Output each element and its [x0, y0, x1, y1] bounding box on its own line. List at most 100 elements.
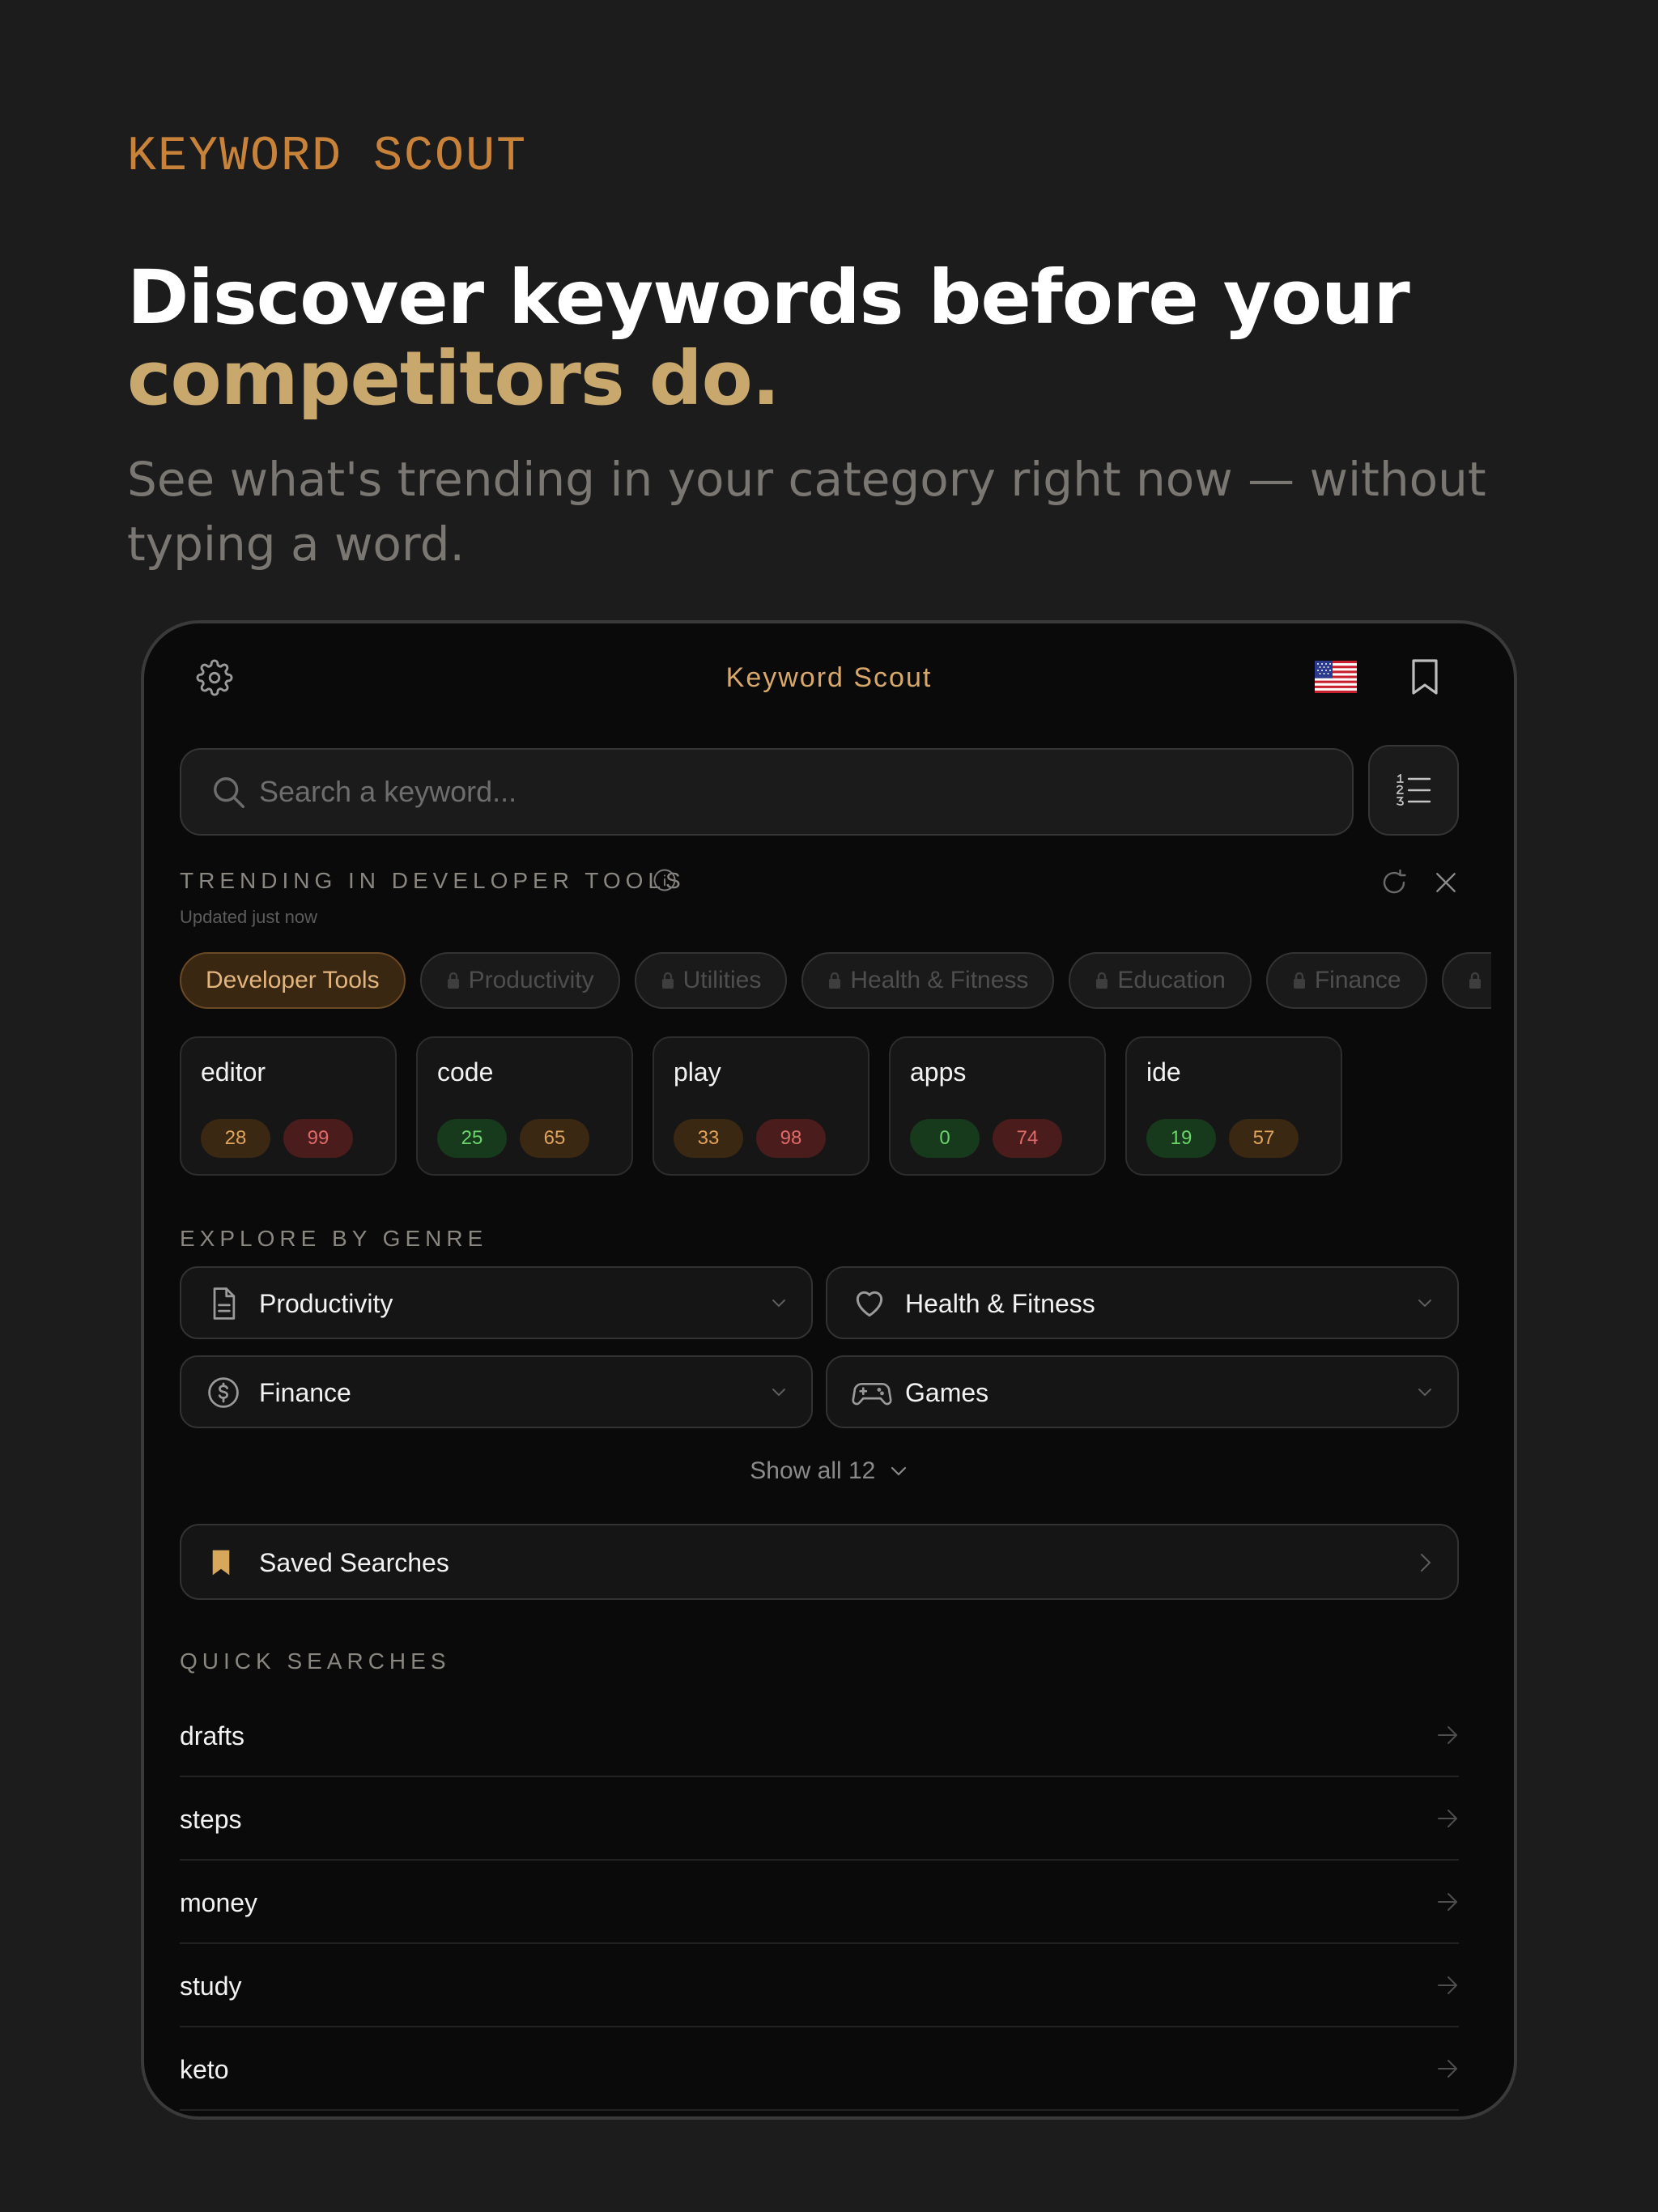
- chevron-down-icon: [1418, 1300, 1431, 1308]
- us-flag-icon[interactable]: [1315, 661, 1357, 693]
- app-screen: Keyword Scout Search a keyword... TRENDI…: [144, 623, 1514, 2116]
- quick-search-term: steps: [180, 1805, 242, 1834]
- chevron-down-icon: [1418, 1389, 1431, 1397]
- explore-section-label: EXPLORE BY GENRE: [180, 1226, 488, 1251]
- lock-icon: [447, 972, 459, 989]
- keyword-card[interactable]: apps 0 74: [889, 1036, 1106, 1176]
- difficulty-badge: 98: [756, 1119, 826, 1158]
- category-chip[interactable]: Finance: [1265, 952, 1427, 1009]
- genre-label: Finance: [259, 1378, 351, 1407]
- chevron-down-icon: [772, 1300, 785, 1308]
- numbered-list-icon: [1397, 774, 1431, 806]
- arrow-right-icon: [1438, 1810, 1457, 1827]
- quick-search-item[interactable]: keto: [180, 2027, 1459, 2111]
- keyword-card[interactable]: editor 28 99: [180, 1036, 397, 1176]
- card-keyword: code: [437, 1057, 494, 1087]
- chip-label: Food: [1490, 967, 1491, 994]
- quick-searches-list: drafts steps money study keto: [180, 1694, 1459, 2111]
- quick-search-item[interactable]: study: [180, 1944, 1459, 2027]
- card-keyword: editor: [201, 1057, 266, 1087]
- device-frame: Keyword Scout Search a keyword... TRENDI…: [141, 620, 1517, 2120]
- genre-dropdown-games[interactable]: Games: [826, 1355, 1459, 1428]
- bookmark-icon[interactable]: [1409, 657, 1441, 696]
- popularity-badge: 25: [437, 1119, 507, 1158]
- card-keyword: play: [674, 1057, 721, 1087]
- updated-timestamp: Updated just now: [180, 907, 317, 927]
- category-chip-row: Developer Tools Productivity Utilities Heal…: [180, 952, 1491, 1012]
- chip-label: Productivity: [468, 967, 594, 993]
- search-icon: [214, 777, 244, 808]
- keyword-card[interactable]: ide 19 57: [1125, 1036, 1342, 1176]
- keyword-card[interactable]: code 25 65: [416, 1036, 633, 1176]
- genre-dropdown-finance[interactable]: Finance: [180, 1355, 813, 1428]
- app-title: Keyword Scout: [725, 662, 933, 693]
- chip-label: Education: [1117, 967, 1226, 993]
- quick-search-item[interactable]: drafts: [180, 1694, 1459, 1777]
- chevron-right-icon: [1421, 1554, 1431, 1572]
- saved-searches-label: Saved Searches: [259, 1548, 449, 1577]
- category-chip[interactable]: Productivity: [419, 952, 620, 1009]
- keyword-card[interactable]: play 33 98: [653, 1036, 869, 1176]
- chip-label: Health & Fitness: [850, 967, 1029, 993]
- close-icon[interactable]: [1433, 870, 1459, 895]
- genre-label: Productivity: [259, 1289, 393, 1318]
- quick-search-item[interactable]: steps: [180, 1777, 1459, 1861]
- category-chip[interactable]: Food: [1441, 952, 1491, 1009]
- genre-label: Games: [905, 1378, 989, 1407]
- popularity-badge: 33: [674, 1119, 743, 1158]
- show-all-label: Show all 12: [750, 1457, 876, 1484]
- chip-label: Developer Tools: [206, 967, 380, 993]
- subheadline: See what's trending in your category rig…: [127, 452, 1486, 572]
- popularity-badge: 19: [1146, 1119, 1216, 1158]
- category-chip[interactable]: Health & Fitness: [801, 952, 1055, 1009]
- genre-dropdown-productivity[interactable]: Productivity: [180, 1266, 813, 1339]
- dollar-icon: [208, 1377, 239, 1408]
- heart-icon: [856, 1291, 883, 1317]
- category-chip[interactable]: Utilities: [634, 952, 788, 1009]
- chip-label: Utilities: [682, 967, 762, 993]
- arrow-right-icon: [1438, 2060, 1457, 2078]
- arrow-right-icon: [1438, 1976, 1457, 1994]
- chip-label: Finance: [1314, 967, 1401, 993]
- info-icon[interactable]: [653, 868, 677, 892]
- card-keyword: ide: [1146, 1057, 1181, 1087]
- chevron-down-icon: [772, 1389, 785, 1397]
- difficulty-badge: 57: [1229, 1119, 1299, 1158]
- arrow-right-icon: [1438, 1726, 1457, 1744]
- trending-section-label: TRENDING IN DEVELOPER TOOLS: [180, 868, 686, 893]
- gamepad-icon: [852, 1382, 892, 1406]
- genre-label: Health & Fitness: [905, 1289, 1095, 1318]
- saved-searches-row[interactable]: Saved Searches: [180, 1524, 1459, 1600]
- search-bar: [180, 748, 1354, 836]
- difficulty-badge: 74: [993, 1119, 1062, 1158]
- card-keyword: apps: [910, 1057, 967, 1087]
- numbered-list-button[interactable]: [1368, 745, 1459, 836]
- category-chip[interactable]: Developer Tools: [180, 952, 406, 1009]
- headline-line-1: Discover keywords before your: [127, 254, 1410, 341]
- quick-search-item[interactable]: money: [180, 1861, 1459, 1944]
- bookmark-filled-icon: [212, 1550, 230, 1576]
- difficulty-badge: 99: [283, 1119, 353, 1158]
- popularity-badge: 28: [201, 1119, 270, 1158]
- quick-search-term: money: [180, 1888, 258, 1917]
- popularity-badge: 0: [910, 1119, 980, 1158]
- quick-searches-section-label: QUICK SEARCHES: [180, 1648, 451, 1674]
- chevron-down-icon: [891, 1466, 906, 1476]
- quick-search-term: study: [180, 1972, 242, 2001]
- lock-icon: [1096, 972, 1108, 989]
- category-chip[interactable]: Education: [1069, 952, 1252, 1009]
- lock-icon: [829, 972, 841, 989]
- brand-wordmark: KEYWORD SCOUT: [127, 130, 528, 185]
- quick-search-term: drafts: [180, 1721, 245, 1750]
- genre-dropdown-health-fitness[interactable]: Health & Fitness: [826, 1266, 1459, 1339]
- document-icon: [213, 1287, 236, 1320]
- show-all-genres-button[interactable]: Show all 12: [144, 1457, 1514, 1485]
- refresh-icon[interactable]: [1380, 868, 1409, 897]
- difficulty-badge: 65: [520, 1119, 589, 1158]
- search-input[interactable]: [259, 750, 1328, 834]
- lock-icon: [661, 972, 674, 989]
- lock-icon: [1469, 972, 1481, 989]
- headline-line-2: competitors do.: [127, 335, 780, 422]
- trending-keyword-cards: editor 28 99 code 25 65 play 33 98 apps 0 74 ide 19 57: [180, 1036, 1342, 1176]
- quick-search-term: keto: [180, 2055, 229, 2084]
